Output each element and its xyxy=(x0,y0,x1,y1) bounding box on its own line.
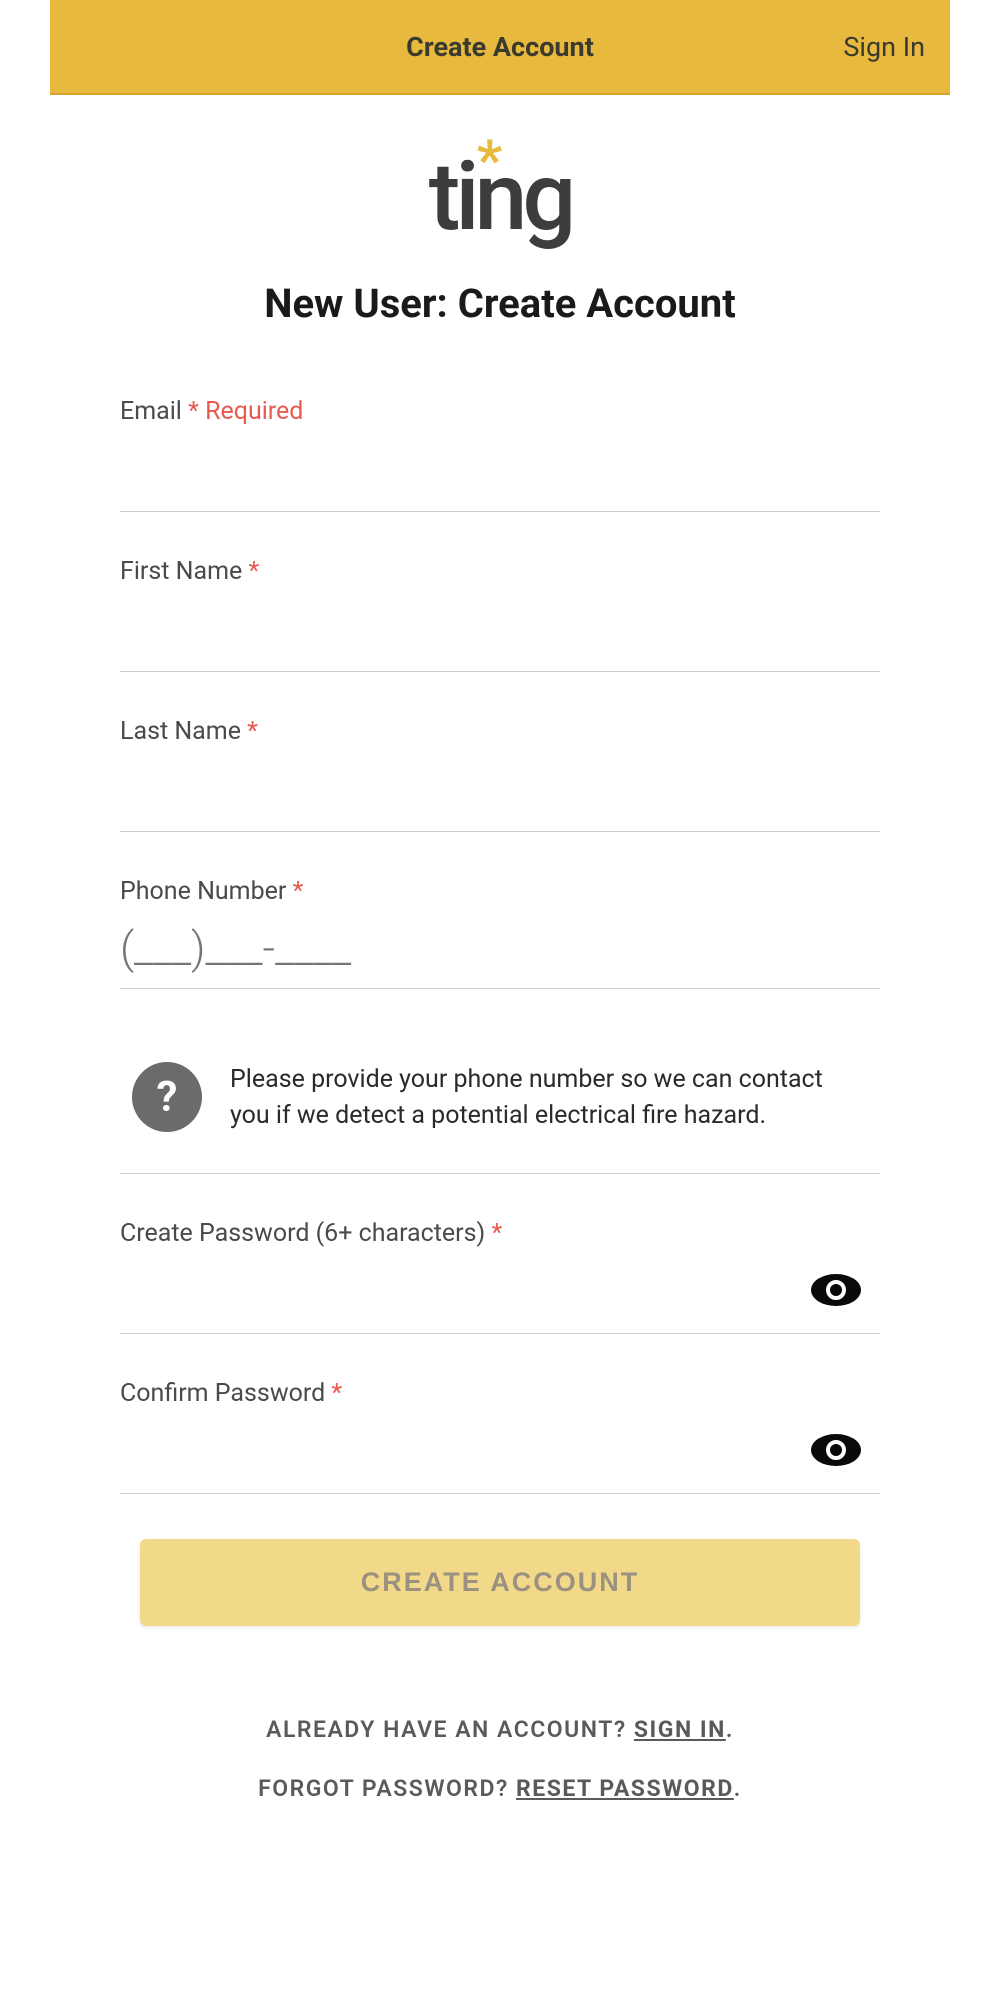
create-account-form: Email * Required First Name * Last Name … xyxy=(50,397,950,1894)
logo-text: ting xyxy=(429,142,572,253)
confirm-password-field-container: Confirm Password * xyxy=(120,1379,880,1494)
show-confirm-password-icon[interactable] xyxy=(810,1433,862,1471)
phone-info-text: Please provide your phone number so we c… xyxy=(230,1062,868,1135)
required-star-icon: * xyxy=(293,877,304,906)
sign-in-link[interactable]: SIGN IN xyxy=(634,1716,726,1743)
last-name-label: Last Name * xyxy=(120,717,880,746)
password-field-container: Create Password (6+ characters) * xyxy=(120,1219,880,1334)
required-text: Required xyxy=(205,397,303,426)
first-name-field-container: First Name * xyxy=(120,557,880,672)
ting-logo: * ting xyxy=(429,150,572,245)
email-label: Email * Required xyxy=(120,397,880,426)
required-star-icon: * xyxy=(491,1219,502,1248)
already-have-account-line: ALREADY HAVE AN ACCOUNT? SIGN IN. xyxy=(120,1716,880,1743)
page-title: New User: Create Account xyxy=(50,280,950,327)
forgot-password-line: FORGOT PASSWORD? RESET PASSWORD. xyxy=(120,1775,880,1802)
phone-label: Phone Number * xyxy=(120,877,880,906)
first-name-label: First Name * xyxy=(120,557,880,586)
email-field-container: Email * Required xyxy=(120,397,880,512)
confirm-password-label: Confirm Password * xyxy=(120,1379,880,1408)
last-name-input[interactable] xyxy=(120,758,880,831)
phone-info-box: ? Please provide your phone number so we… xyxy=(120,1034,880,1174)
required-star-icon: * xyxy=(248,557,259,586)
reset-password-link[interactable]: RESET PASSWORD xyxy=(516,1775,734,1802)
tab-sign-in[interactable]: Sign In xyxy=(843,31,925,63)
logo-container: * ting xyxy=(50,150,950,245)
required-star-icon: * xyxy=(331,1379,342,1408)
password-label: Create Password (6+ characters) * xyxy=(120,1219,880,1248)
footer-links: ALREADY HAVE AN ACCOUNT? SIGN IN. FORGOT… xyxy=(120,1716,880,1894)
show-password-icon[interactable] xyxy=(810,1273,862,1311)
phone-input[interactable] xyxy=(120,918,880,988)
first-name-input[interactable] xyxy=(120,598,880,671)
logo-star-icon: * xyxy=(477,132,497,188)
confirm-password-input[interactable] xyxy=(120,1420,880,1493)
tab-create-account[interactable]: Create Account xyxy=(50,31,950,63)
header-bar: Create Account Sign In xyxy=(50,0,950,95)
last-name-field-container: Last Name * xyxy=(120,717,880,832)
email-input[interactable] xyxy=(120,438,880,511)
required-star-icon: * xyxy=(188,397,199,426)
required-star-icon: * xyxy=(247,717,258,746)
phone-field-container: Phone Number * xyxy=(120,877,880,989)
password-input[interactable] xyxy=(120,1260,880,1333)
help-icon: ? xyxy=(132,1062,202,1132)
create-account-button[interactable]: CREATE ACCOUNT xyxy=(140,1539,860,1626)
